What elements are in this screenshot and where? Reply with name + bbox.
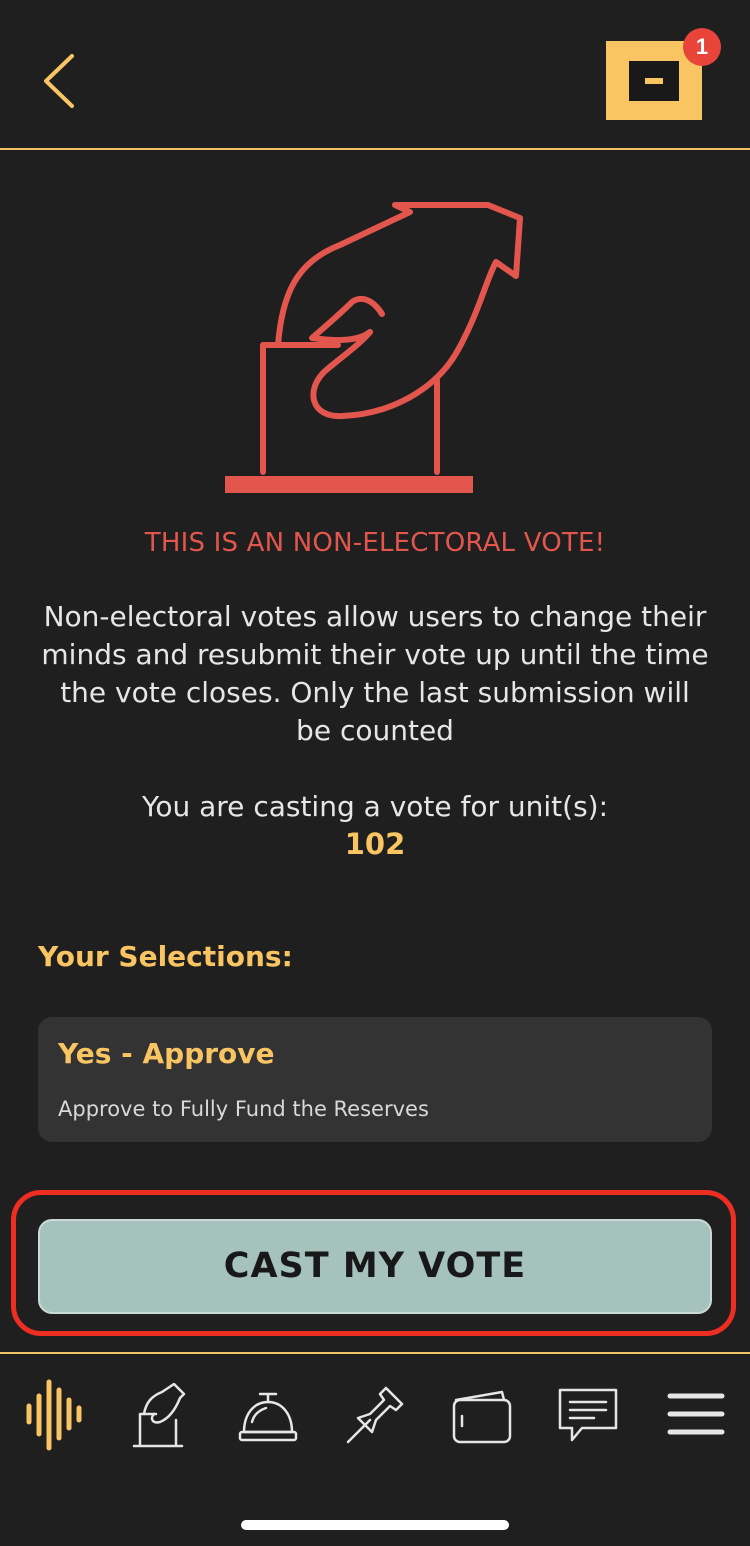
home-indicator	[241, 1520, 509, 1530]
tab-menu[interactable]	[658, 1376, 734, 1452]
selection-title: Yes - Approve	[58, 1037, 275, 1070]
tab-service[interactable]	[230, 1376, 306, 1452]
hand-casting-ballot-icon	[200, 200, 540, 500]
ballot-box-icon	[629, 61, 679, 101]
audio-waveform-icon	[26, 1379, 82, 1451]
service-bell-icon	[238, 1392, 298, 1442]
hamburger-menu-icon	[667, 1393, 725, 1435]
vote-icon	[132, 1382, 186, 1448]
tab-audio[interactable]	[16, 1376, 92, 1452]
tab-bar	[0, 1354, 750, 1484]
top-bar: 1	[0, 0, 750, 150]
units-value: 102	[344, 827, 406, 861]
tab-vote[interactable]	[122, 1376, 198, 1452]
wallet-icon	[452, 1390, 512, 1444]
notification-badge: 1	[683, 28, 721, 66]
selection-description: Approve to Fully Fund the Reserves	[58, 1097, 429, 1121]
back-button[interactable]	[28, 48, 92, 112]
units-caption: You are casting a vote for unit(s):	[141, 790, 609, 823]
chevron-left-icon	[44, 54, 74, 108]
tab-pinned[interactable]	[338, 1376, 414, 1452]
vote-description: Non-electoral votes allow users to chang…	[41, 600, 709, 747]
tab-messages[interactable]	[550, 1376, 626, 1452]
cast-vote-button[interactable]: CAST MY VOTE	[38, 1219, 712, 1314]
message-icon	[558, 1388, 618, 1442]
selections-heading: Your Selections:	[38, 940, 293, 973]
vote-type-headline: THIS IS AN NON-ELECTORAL VOTE!	[144, 528, 606, 558]
pushpin-icon	[346, 1386, 404, 1444]
selection-card: Yes - Approve Approve to Fully Fund the …	[38, 1017, 712, 1142]
tab-wallet[interactable]	[444, 1376, 520, 1452]
